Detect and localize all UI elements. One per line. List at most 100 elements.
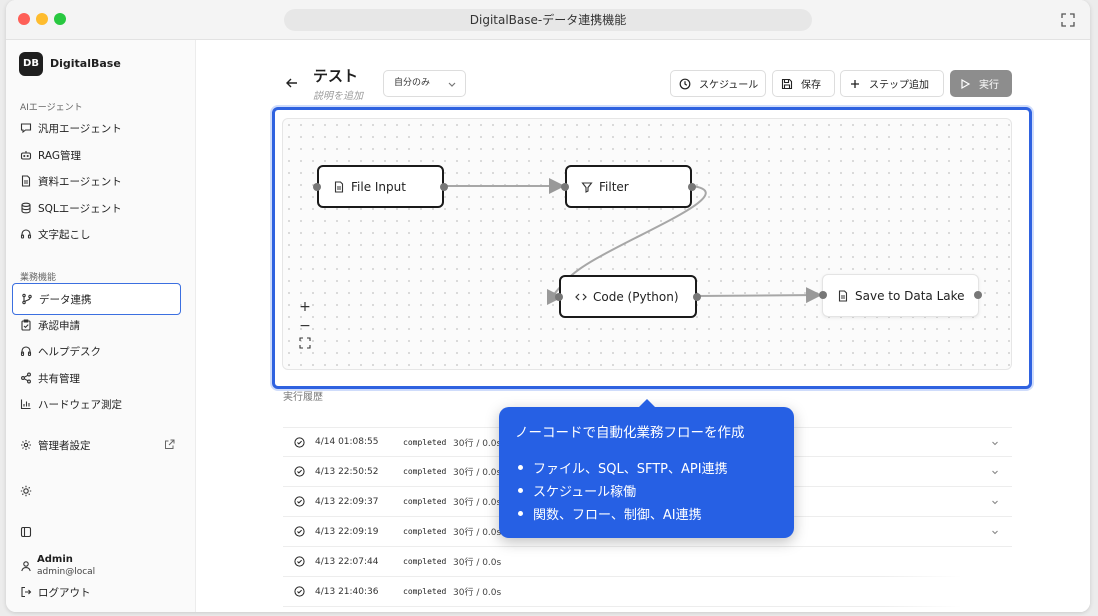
node-input-handle[interactable] [555, 293, 563, 301]
history-status: completed [403, 527, 447, 536]
maximize-window-button[interactable] [54, 13, 66, 25]
flow-node-save-to-data-lake[interactable]: Save to Data Lake [819, 274, 982, 317]
scope-select[interactable]: 自分のみ [383, 70, 466, 97]
callout-item-text: 関数、フロー、制御、AI連携 [533, 508, 702, 523]
sidebar-item-document-agent[interactable]: 資料エージェント [12, 169, 181, 193]
flow-node-code-python[interactable]: Code (Python) [555, 275, 701, 318]
play-icon [961, 78, 971, 89]
history-time: 4/14 01:08:55 [315, 437, 379, 447]
sidebar-item-hardware[interactable]: ハードウェア測定 [12, 392, 181, 416]
clipboard-check-icon [21, 319, 31, 331]
callout-item-text: スケジュール稼働 [533, 485, 637, 500]
sidebar-item-label: ハードウェア測定 [38, 398, 122, 411]
file-icon [334, 180, 344, 193]
close-window-button[interactable] [18, 13, 30, 25]
sidebar-item-share[interactable]: 共有管理 [12, 366, 181, 390]
external-link-icon [165, 439, 175, 449]
history-time: 4/13 22:09:37 [315, 496, 379, 507]
check-circle-icon [294, 586, 305, 597]
history-heading: 実行履歴 [283, 392, 323, 403]
page-title[interactable]: テスト [313, 65, 358, 86]
callout-item-text: ファイル、SQL、SFTP、API連携 [533, 462, 728, 477]
headphones-icon [20, 346, 32, 357]
check-circle-icon [294, 556, 305, 567]
save-icon [781, 78, 793, 89]
flow-edges [444, 178, 822, 306]
sidebar-item-helpdesk[interactable]: ヘルプデスク [12, 339, 181, 363]
schedule-label: スケジュール [699, 80, 759, 91]
check-circle-icon [294, 436, 305, 448]
fullscreen-icon[interactable] [1060, 12, 1076, 28]
user-name: Admin [37, 554, 73, 565]
chevron-down-icon [448, 82, 456, 87]
fit-view-icon[interactable] [299, 337, 311, 349]
sidebar-toggle-icon[interactable] [20, 526, 32, 538]
zoom-out-button[interactable]: − [296, 317, 314, 335]
description-field[interactable]: 説明を追加 [313, 87, 363, 102]
theme-toggle-icon[interactable] [20, 485, 32, 497]
schedule-button[interactable]: スケジュール [670, 70, 766, 97]
back-arrow-icon[interactable] [285, 76, 299, 90]
edge-code-save [696, 287, 822, 304]
node-output-handle[interactable] [693, 293, 701, 301]
sidebar-item-data-integration[interactable]: データ連携 [12, 283, 181, 315]
chat-icon [20, 123, 32, 134]
history-meta: 30行 / 0.0s [453, 438, 502, 449]
plus-icon [851, 79, 859, 88]
history-time: 4/13 22:09:19 [315, 526, 379, 537]
chevron-down-icon[interactable] [990, 527, 1000, 537]
section-label-business: 業務機能 [20, 273, 57, 283]
node-input-handle[interactable] [561, 183, 569, 191]
logout-button[interactable]: ログアウト [12, 580, 181, 604]
chevron-down-icon[interactable] [990, 497, 1000, 507]
flow-node-file-input[interactable]: File Input [313, 165, 448, 208]
flow-node-filter[interactable]: Filter [561, 165, 696, 208]
logout-label: ログアウト [38, 586, 91, 599]
history-status: completed [403, 437, 447, 447]
callout-title: ノーコードで自動化業務フローを作成 [515, 425, 745, 441]
sidebar-item-transcription[interactable]: 文字起こし [12, 222, 181, 246]
node-input-handle[interactable] [819, 291, 827, 299]
node-label: Filter [599, 179, 629, 194]
sidebar-item-label: 管理者設定 [38, 439, 91, 452]
callout-item: スケジュール稼働 [515, 479, 728, 502]
bar-chart-icon [20, 399, 31, 410]
history-time: 4/13 21:40:36 [315, 586, 379, 597]
save-button[interactable]: 保存 [772, 70, 835, 97]
bot-icon [20, 151, 32, 160]
sidebar-item-rag[interactable]: RAG管理 [12, 143, 181, 167]
check-circle-icon [294, 496, 305, 507]
brand-logo: DB [19, 52, 43, 76]
sidebar-item-label: SQLエージェント [38, 202, 122, 215]
sidebar-item-approval[interactable]: 承認申請 [12, 313, 181, 337]
sidebar-item-label: 資料エージェント [38, 175, 122, 188]
sidebar-item-label: ヘルプデスク [38, 345, 101, 358]
node-output-handle[interactable] [974, 291, 982, 299]
chevron-down-icon[interactable] [990, 467, 1000, 477]
title-bar: DigitalBase-データ連携機能 [6, 0, 1090, 40]
zoom-in-button[interactable]: + [296, 298, 314, 316]
clock-icon [679, 78, 691, 89]
history-status: completed [403, 467, 447, 476]
node-input-handle[interactable] [313, 183, 321, 191]
sidebar-item-sql-agent[interactable]: SQLエージェント [12, 196, 181, 220]
sidebar-item-label: 共有管理 [38, 372, 80, 385]
sidebar-item-label: RAG管理 [38, 149, 82, 162]
callout-item: ファイル、SQL、SFTP、API連携 [515, 456, 728, 479]
node-output-handle[interactable] [440, 183, 448, 191]
run-button[interactable]: 実行 [950, 70, 1012, 97]
document-icon [21, 175, 31, 187]
node-output-handle[interactable] [688, 183, 696, 191]
node-label: Save to Data Lake [855, 288, 965, 303]
share-icon [21, 372, 31, 384]
callout-item: 関数、フロー、制御、AI連携 [515, 502, 728, 525]
brand-name: DigitalBase [50, 57, 121, 70]
sidebar-item-label: データ連携 [39, 293, 92, 306]
history-meta: 30行 / 0.0s [453, 558, 502, 568]
add-step-button[interactable]: ステップ追加 [840, 70, 944, 97]
flow-canvas[interactable]: File Input Filter Code (Python) Save to … [282, 118, 1012, 370]
sidebar-item-general-agent[interactable]: 汎用エージェント [12, 116, 181, 140]
sidebar-item-admin-settings[interactable]: 管理者設定 [12, 433, 181, 457]
chevron-down-icon[interactable] [990, 438, 1000, 448]
minimize-window-button[interactable] [36, 13, 48, 25]
